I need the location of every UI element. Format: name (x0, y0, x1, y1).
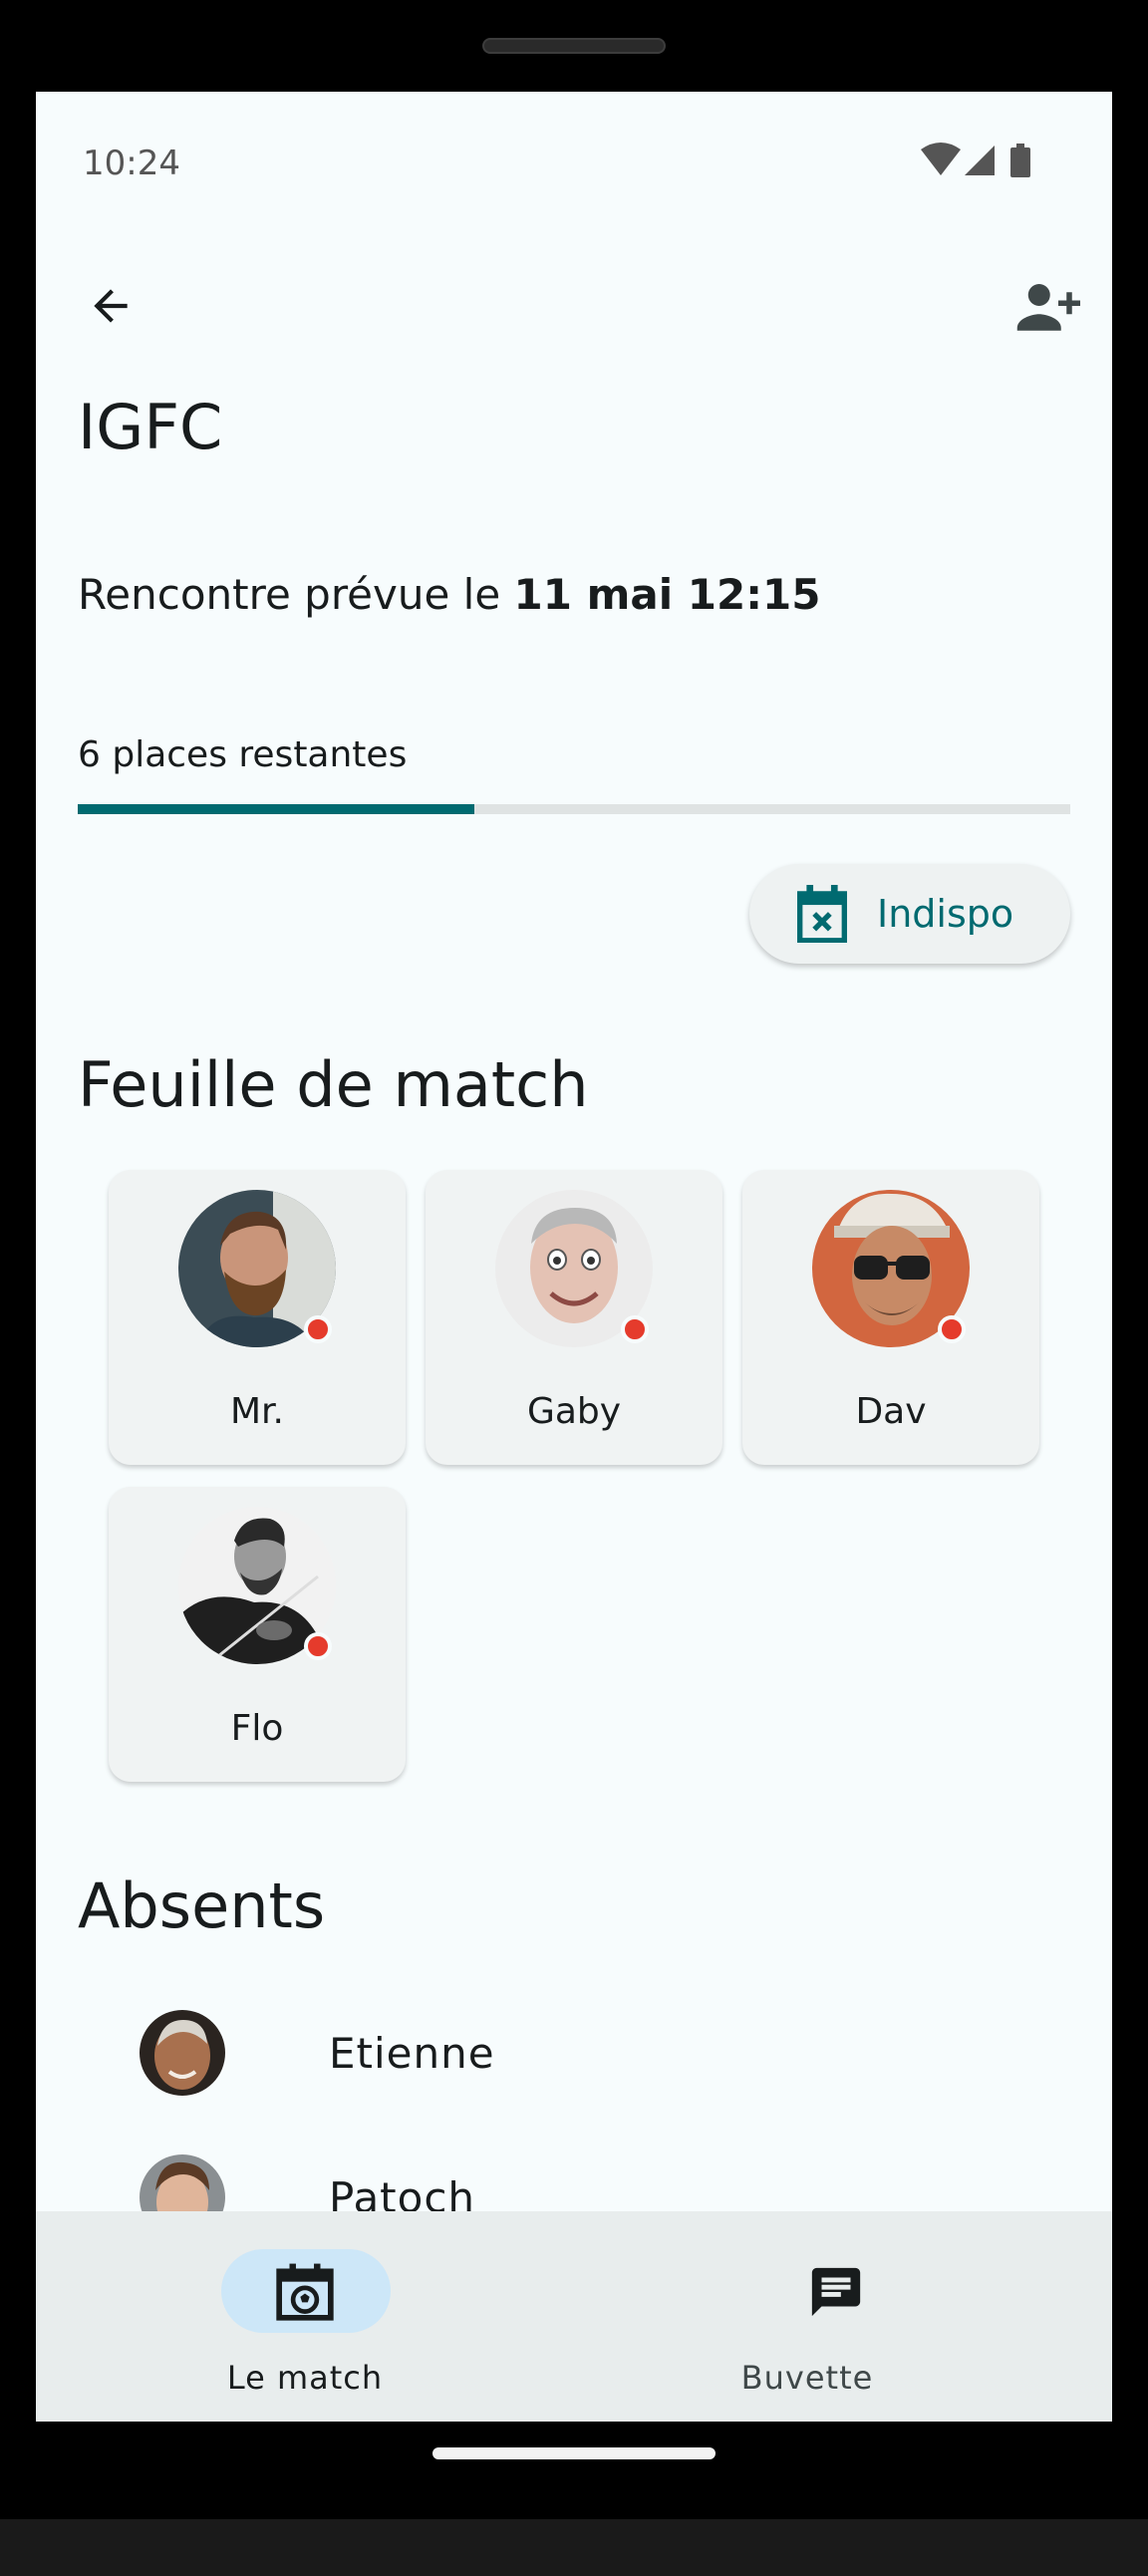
status-dot (304, 1315, 332, 1343)
status-dot (938, 1315, 966, 1343)
player-card[interactable]: Mr. (109, 1170, 406, 1465)
places-remaining-label: 6 places restantes (78, 734, 408, 775)
nav-label: Le match (226, 2359, 384, 2397)
device-frame: 10:24 IGFC Rencontre prévue le 11 mai 12… (0, 0, 1148, 2576)
player-card[interactable]: Gaby (426, 1170, 722, 1465)
list-item[interactable]: Etienne (140, 2008, 495, 2098)
unavailable-button-label: Indispo (877, 892, 1014, 936)
absent-name: Etienne (329, 2028, 495, 2078)
player-name: Mr. (230, 1391, 284, 1432)
player-card[interactable]: Dav (742, 1170, 1039, 1465)
team-title: IGFC (78, 391, 223, 463)
player-name: Dav (855, 1391, 927, 1432)
signal-icon (965, 145, 995, 175)
schedule-prefix: Rencontre prévue le (78, 570, 514, 619)
arrow-back-icon (94, 289, 128, 323)
nav-item-le-match[interactable]: Le match (36, 2211, 574, 2422)
player-name: Gaby (526, 1391, 622, 1432)
app-screen: 10:24 IGFC Rencontre prévue le 11 mai 12… (36, 92, 1112, 2422)
bottom-navigation: Le match Buvette (36, 2211, 1112, 2422)
home-indicator[interactable] (432, 2447, 716, 2459)
person-add-icon (1016, 284, 1080, 331)
chat-icon (811, 2267, 861, 2317)
places-progress-fill (78, 804, 475, 814)
places-progress-bar (78, 804, 1070, 814)
unavailable-button[interactable]: Indispo (749, 864, 1070, 964)
add-player-button[interactable] (1007, 271, 1087, 341)
wifi-icon (921, 143, 961, 175)
status-icons (921, 143, 1030, 177)
calendar-x-icon (797, 885, 847, 943)
back-button[interactable] (76, 271, 145, 341)
battery-icon (1010, 143, 1030, 177)
status-dot (621, 1315, 649, 1343)
calendar-ball-icon (276, 2263, 334, 2321)
status-dot (304, 1632, 332, 1660)
lineup-title: Feuille de match (78, 1048, 589, 1121)
schedule-datetime: 11 mai 12:15 (513, 570, 821, 619)
earpiece-speaker (482, 38, 666, 54)
device-chin (0, 2519, 1148, 2576)
match-schedule: Rencontre prévue le 11 mai 12:15 (78, 570, 820, 619)
player-card[interactable]: Flo (109, 1487, 406, 1782)
player-name: Flo (230, 1708, 284, 1749)
avatar (140, 2010, 225, 2096)
status-time: 10:24 (83, 143, 180, 183)
absents-title: Absents (78, 1869, 326, 1942)
nav-item-buvette[interactable]: Buvette (574, 2211, 1112, 2422)
nav-label: Buvette (740, 2359, 874, 2397)
